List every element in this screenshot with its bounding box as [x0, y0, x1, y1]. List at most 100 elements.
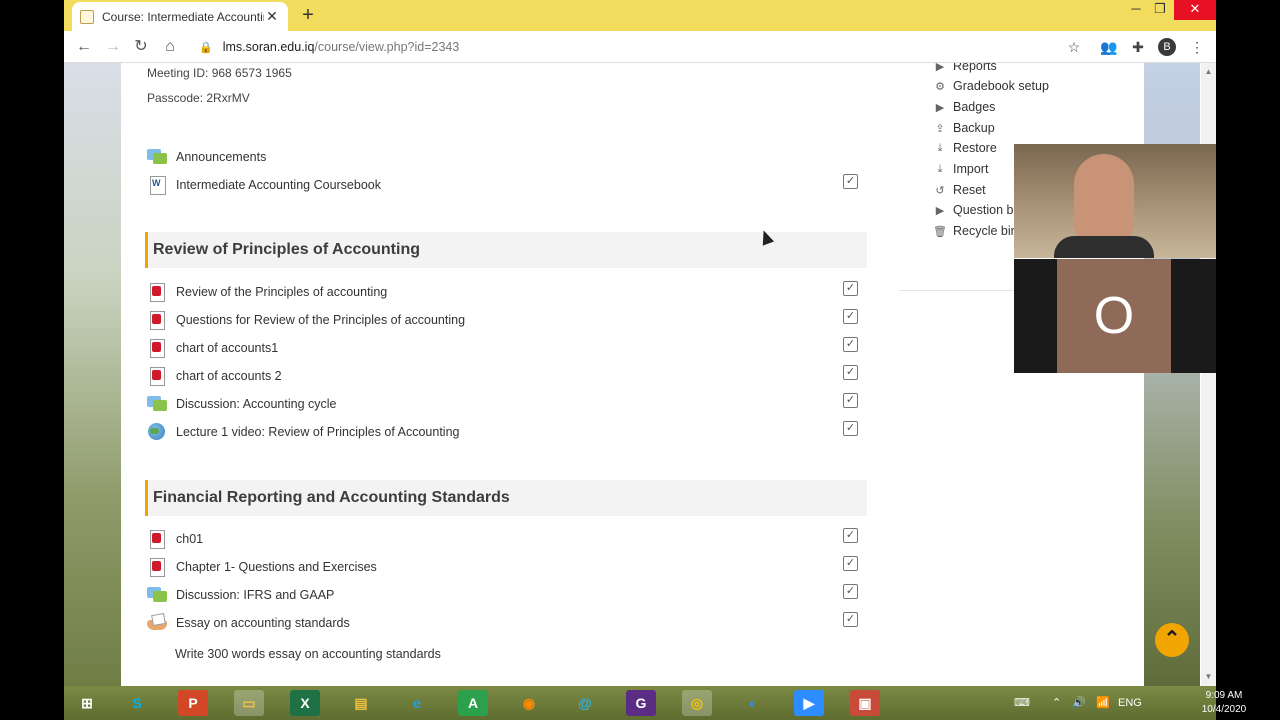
forum-icon [147, 586, 167, 604]
edge-icon[interactable]: ◐ [738, 690, 768, 716]
address-bar[interactable]: 🔒 lms.soran.edu.iq/course/view.php?id=23… [191, 35, 1096, 59]
windows-taskbar: ⊞ S P ▭ X ▤ e A ◉ @ G ◎ ◐ ▶ ▣ ⌨ ⌃ 🔊 📶 EN… [64, 686, 1246, 720]
completion-checkbox[interactable]: ✓ [843, 393, 858, 408]
completion-checkbox[interactable]: ✓ [843, 174, 858, 189]
activity-ch01[interactable]: ch01 [147, 528, 203, 550]
completion-checkbox[interactable]: ✓ [843, 365, 858, 380]
activity-coursebook[interactable]: Intermediate Accounting Coursebook [147, 174, 381, 196]
activity-announcements[interactable]: Announcements [147, 146, 266, 168]
zoom-icon[interactable]: ▶ [794, 690, 824, 716]
tab-course[interactable]: Course: Intermediate Accounting ✕ [72, 2, 288, 31]
restore-icon[interactable]: ❐ [1144, 0, 1176, 20]
scroll-down-icon[interactable]: ▼ [1201, 670, 1216, 684]
at-sign-app-icon[interactable]: @ [570, 690, 600, 716]
section-title-review[interactable]: Review of Principles of Accounting [145, 232, 867, 268]
completion-checkbox[interactable]: ✓ [843, 309, 858, 324]
volume-icon[interactable]: 🔊 [1072, 686, 1086, 720]
admin-item-backup[interactable]: ⇪ Backup [933, 119, 994, 137]
completion-checkbox[interactable]: ✓ [843, 584, 858, 599]
activity-chapter1-questions[interactable]: Chapter 1- Questions and Exercises [147, 556, 377, 578]
windows-start-icon[interactable]: ⊞ [72, 690, 102, 716]
window-close-icon[interactable]: ✕ [1174, 0, 1216, 20]
lock-icon[interactable]: 🔒 [199, 41, 213, 54]
notes-icon[interactable]: ▤ [346, 690, 376, 716]
activity-label[interactable]: Chapter 1- Questions and Exercises [176, 560, 377, 574]
activity-discussion-ifrs[interactable]: Discussion: IFRS and GAAP [147, 584, 334, 606]
forum-icon [147, 148, 167, 166]
forward-arrow-icon[interactable]: → [102, 37, 124, 57]
tab-close-icon[interactable]: ✕ [264, 8, 280, 25]
admin-item-recycle-bin[interactable]: 🗑 Recycle bin [933, 222, 1018, 240]
bookmark-star-icon[interactable]: ☆ [1065, 38, 1083, 56]
download-icon: ⤓ [937, 162, 943, 175]
url-text: lms.soran.edu.iq/course/view.php?id=2343 [222, 40, 460, 54]
activity-chart-accounts-2[interactable]: chart of accounts 2 [147, 365, 282, 387]
activity-label[interactable]: Announcements [176, 150, 266, 164]
completion-checkbox[interactable]: ✓ [843, 556, 858, 571]
admin-item-import[interactable]: ⤓ Import [933, 160, 989, 178]
internet-explorer-icon[interactable]: e [402, 690, 432, 716]
extensions-puzzle-icon[interactable]: ✚ [1129, 38, 1147, 56]
admin-item-gradebook-setup[interactable]: ⚙ Gradebook setup [933, 77, 1049, 95]
admin-item-reports[interactable]: ▶ Reports [933, 63, 997, 75]
participant-shirt [1054, 236, 1154, 258]
reload-icon[interactable]: ↻ [130, 37, 152, 57]
scroll-up-icon[interactable]: ▲ [1201, 65, 1216, 79]
admin-item-restore[interactable]: ⤓ Restore [933, 139, 997, 157]
activity-label[interactable]: Discussion: IFRS and GAAP [176, 588, 334, 602]
activity-label[interactable]: chart of accounts 2 [176, 369, 282, 383]
completion-checkbox[interactable]: ✓ [843, 528, 858, 543]
activity-label[interactable]: Questions for Review of the Principles o… [176, 313, 465, 327]
clock-date: 10/4/2020 [1201, 704, 1247, 715]
completion-checkbox[interactable]: ✓ [843, 281, 858, 296]
admin-item-question-bank[interactable]: ▶ Question ba [933, 201, 1021, 219]
activity-lecture-video[interactable]: Lecture 1 video: Review of Principles of… [147, 421, 460, 443]
presentation-app-icon[interactable]: ▣ [850, 690, 880, 716]
activity-chart-accounts-1[interactable]: chart of accounts1 [147, 337, 278, 359]
video-participant-avatar[interactable]: O [1014, 259, 1216, 373]
completion-checkbox[interactable]: ✓ [843, 612, 858, 627]
profile-avatar[interactable]: B [1158, 38, 1176, 56]
powerpoint-icon[interactable]: P [178, 690, 208, 716]
pdf-icon [147, 311, 167, 330]
section-title-financial-reporting[interactable]: Financial Reporting and Accounting Stand… [145, 480, 867, 516]
activity-discussion-cycle[interactable]: Discussion: Accounting cycle [147, 393, 337, 415]
system-clock[interactable]: 9:09 AM 10/4/2020 [1189, 689, 1259, 717]
admin-item-reset[interactable]: ↺ Reset [933, 181, 985, 199]
activity-questions-review[interactable]: Questions for Review of the Principles o… [147, 309, 465, 331]
activity-review-principles[interactable]: Review of the Principles of accounting [147, 281, 387, 303]
pdf-editor-icon[interactable]: G [626, 690, 656, 716]
back-to-top-button[interactable]: ⌃ [1155, 623, 1189, 657]
activity-label[interactable]: Essay on accounting standards [176, 616, 350, 630]
home-icon[interactable]: ⌂ [159, 37, 181, 57]
chrome-icon[interactable]: ◎ [682, 690, 712, 716]
tray-overflow-icon[interactable]: ⌃ [1052, 686, 1061, 720]
network-icon[interactable]: 📶 [1096, 686, 1110, 720]
language-indicator[interactable]: ENG [1118, 686, 1142, 720]
app-a-icon[interactable]: A [458, 690, 488, 716]
activity-label[interactable]: Lecture 1 video: Review of Principles of… [176, 425, 460, 439]
course-content: Meeting ID: 968 6573 1965 Passcode: 2Rxr… [121, 63, 1144, 686]
keyboard-icon[interactable]: ⌨ [1014, 686, 1030, 720]
back-arrow-icon[interactable]: ← [73, 37, 95, 57]
video-participant-camera[interactable] [1014, 144, 1216, 258]
word-icon [147, 176, 167, 195]
completion-checkbox[interactable]: ✓ [843, 421, 858, 436]
skype-icon[interactable]: S [122, 690, 152, 716]
activity-label[interactable]: Intermediate Accounting Coursebook [176, 178, 381, 192]
excel-icon[interactable]: X [290, 690, 320, 716]
firefox-icon[interactable]: ◉ [514, 690, 544, 716]
admin-item-badges[interactable]: ▶ Badges [933, 98, 996, 116]
reset-icon: ↺ [935, 184, 945, 197]
activity-essay[interactable]: Essay on accounting standards [147, 612, 350, 634]
menu-kebab-icon[interactable]: ⋮ [1188, 38, 1206, 56]
activity-label[interactable]: Review of the Principles of accounting [176, 285, 387, 299]
file-explorer-icon[interactable]: ▭ [234, 690, 264, 716]
activity-label[interactable]: ch01 [176, 532, 203, 546]
activity-label[interactable]: Discussion: Accounting cycle [176, 397, 337, 411]
new-tab-button[interactable]: + [298, 5, 318, 25]
completion-checkbox[interactable]: ✓ [843, 337, 858, 352]
extension-people-icon[interactable]: 👥 [1100, 38, 1118, 56]
page-favicon-icon [80, 9, 94, 24]
activity-label[interactable]: chart of accounts1 [176, 341, 278, 355]
